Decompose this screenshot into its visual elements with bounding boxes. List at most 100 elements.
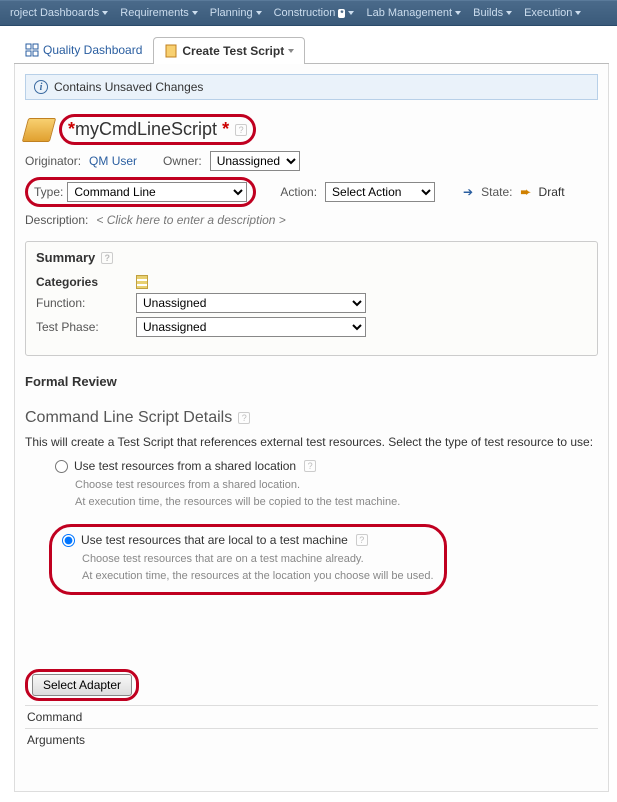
owner-select[interactable]: Unassigned — [210, 151, 300, 171]
select-adapter-row: Select Adapter — [25, 669, 598, 701]
help-icon[interactable]: ? — [101, 252, 113, 264]
help-icon[interactable]: ? — [356, 534, 368, 546]
chevron-down-icon — [288, 49, 294, 53]
select-adapter-button[interactable]: Select Adapter — [32, 674, 132, 696]
script-name-text: myCmdLineScript — [75, 119, 217, 139]
dashboard-icon — [25, 43, 39, 57]
help-icon[interactable]: ? — [238, 412, 250, 424]
resource-option-local: Use test resources that are local to a t… — [49, 524, 447, 595]
unsaved-changes-bar: i Contains Unsaved Changes — [25, 74, 598, 100]
chevron-down-icon — [256, 11, 262, 15]
state-arrow-icon: ➔ — [463, 185, 473, 199]
arguments-label: Arguments — [25, 733, 195, 747]
desc-line: At execution time, the resources at the … — [82, 568, 434, 585]
test-phase-select[interactable]: Unassigned — [136, 317, 366, 337]
command-field-row: Command — [25, 705, 598, 728]
chevron-down-icon — [575, 11, 581, 15]
top-nav: roject Dashboards Requirements Planning … — [0, 0, 617, 26]
nav-planning[interactable]: Planning — [204, 7, 268, 19]
required-star: * — [68, 119, 75, 139]
nav-label: Builds — [473, 7, 503, 19]
test-phase-row: Test Phase: Unassigned — [36, 317, 587, 337]
modified-badge: * — [338, 9, 345, 18]
scroll-icon — [22, 118, 56, 142]
nav-dashboards[interactable]: roject Dashboards — [4, 7, 114, 19]
shared-option-desc: Choose test resources from a shared loca… — [75, 477, 598, 510]
shared-option-text: Use test resources from a shared locatio… — [74, 459, 296, 473]
nav-requirements[interactable]: Requirements — [114, 7, 203, 19]
function-select[interactable]: Unassigned — [136, 293, 366, 313]
chevron-down-icon — [506, 11, 512, 15]
script-icon — [164, 44, 178, 58]
modified-star: * — [222, 119, 229, 139]
shared-option-label[interactable]: Use test resources from a shared locatio… — [55, 459, 598, 473]
type-label: Type: — [34, 185, 63, 199]
help-icon[interactable]: ? — [235, 124, 247, 136]
tab-quality-dashboard[interactable]: Quality Dashboard — [14, 36, 153, 63]
desc-line: Choose test resources that are on a test… — [82, 551, 434, 568]
tab-bar: Quality Dashboard Create Test Script — [14, 36, 609, 64]
state-label: State: — [481, 185, 512, 199]
arguments-input[interactable] — [195, 732, 598, 748]
arguments-field-row: Arguments — [25, 728, 598, 751]
description-row: Description: < Click here to enter a des… — [25, 213, 598, 227]
originator-value[interactable]: QM User — [89, 154, 137, 168]
details-heading: Command Line Script Details ? — [25, 409, 598, 427]
chevron-down-icon — [192, 11, 198, 15]
script-title-row: *myCmdLineScript * ? — [25, 114, 598, 145]
nav-construction[interactable]: Construction * — [268, 7, 361, 19]
command-input[interactable] — [195, 709, 598, 725]
nav-label: Construction — [274, 7, 336, 19]
categories-row: Categories — [36, 275, 587, 289]
nav-label: Execution — [524, 7, 572, 19]
shared-radio[interactable] — [55, 460, 68, 473]
nav-label: roject Dashboards — [10, 7, 99, 19]
description-label: Description: — [25, 213, 88, 227]
local-radio[interactable] — [62, 534, 75, 547]
info-text: Contains Unsaved Changes — [54, 80, 203, 94]
local-option-label[interactable]: Use test resources that are local to a t… — [62, 533, 434, 547]
action-label: Action: — [280, 185, 317, 199]
tab-create-test-script[interactable]: Create Test Script — [153, 37, 305, 64]
desc-line: Choose test resources from a shared loca… — [75, 477, 598, 494]
details-intro: This will create a Test Script that refe… — [25, 435, 598, 449]
local-option-text: Use test resources that are local to a t… — [81, 533, 348, 547]
nav-label: Requirements — [120, 7, 188, 19]
chevron-down-icon — [455, 11, 461, 15]
test-phase-label: Test Phase: — [36, 320, 136, 334]
desc-line: At execution time, the resources will be… — [75, 494, 598, 511]
summary-title-text: Summary — [36, 250, 95, 265]
nav-label: Lab Management — [366, 7, 452, 19]
nav-builds[interactable]: Builds — [467, 7, 518, 19]
type-action-row: Type: Command Line Action: Select Action… — [25, 177, 598, 207]
nav-lab-management[interactable]: Lab Management — [360, 7, 467, 19]
owner-label: Owner: — [163, 154, 202, 168]
annotation-circle: Select Adapter — [25, 669, 139, 701]
script-title[interactable]: *myCmdLineScript * — [68, 119, 229, 140]
chevron-down-icon — [348, 11, 354, 15]
tab-label: Quality Dashboard — [43, 43, 142, 57]
nav-label: Planning — [210, 7, 253, 19]
annotation-circle: *myCmdLineScript * ? — [59, 114, 256, 145]
annotation-circle: Type: Command Line — [25, 177, 256, 207]
categories-label: Categories — [36, 275, 136, 289]
originator-owner-row: Originator: QM User Owner: Unassigned — [25, 151, 598, 171]
nav-execution[interactable]: Execution — [518, 7, 587, 19]
resource-option-shared: Use test resources from a shared locatio… — [55, 459, 598, 510]
type-select[interactable]: Command Line — [67, 182, 247, 202]
local-option-desc: Choose test resources that are on a test… — [82, 551, 434, 584]
tab-content: i Contains Unsaved Changes *myCmdLineScr… — [14, 64, 609, 792]
tab-label: Create Test Script — [182, 44, 284, 58]
help-icon[interactable]: ? — [304, 460, 316, 472]
description-placeholder[interactable]: < Click here to enter a description > — [96, 213, 285, 227]
state-value: Draft — [539, 185, 565, 199]
function-row: Function: Unassigned — [36, 293, 587, 313]
info-icon: i — [34, 80, 48, 94]
state-draft-arrow-icon: ➨ — [520, 185, 530, 199]
originator-label: Originator: — [25, 154, 81, 168]
action-select[interactable]: Select Action — [325, 182, 435, 202]
summary-title: Summary ? — [36, 250, 587, 265]
formal-review-heading: Formal Review — [25, 374, 598, 389]
details-heading-text: Command Line Script Details — [25, 409, 232, 427]
function-label: Function: — [36, 296, 136, 310]
